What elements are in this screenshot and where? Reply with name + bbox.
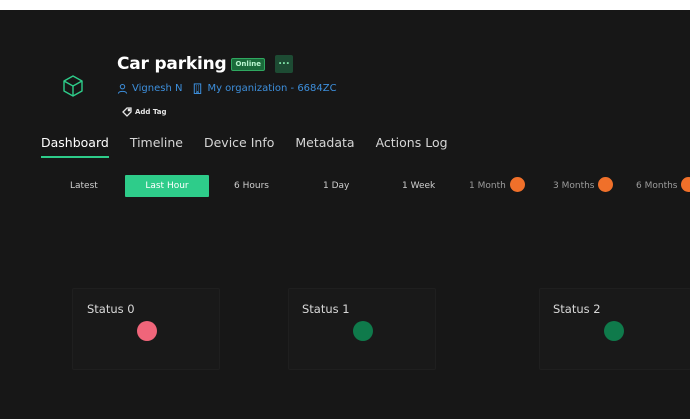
tab-dashboard[interactable]: Dashboard [41, 135, 109, 158]
status-indicator [353, 321, 373, 341]
range-3-months[interactable]: 3 Months [553, 175, 614, 197]
status-widget: Status 2 [539, 288, 690, 370]
add-tag-label: Add Tag [135, 108, 167, 116]
status-widget: Status 1 [288, 288, 436, 370]
range-1-month[interactable]: 1 Month [469, 175, 525, 197]
device-meta: Vignesh N My organization - 6684ZC [117, 83, 337, 94]
widget-title: Status 1 [302, 302, 350, 316]
range-latest[interactable]: Latest [70, 175, 98, 197]
tab-actions-log[interactable]: Actions Log [376, 135, 448, 158]
range-1-day[interactable]: 1 Day [323, 175, 349, 197]
user-icon [117, 83, 128, 94]
lock-icon [681, 177, 690, 192]
organization-name: My organization - 6684ZC [207, 83, 337, 94]
status-widget: Status 0 [72, 288, 220, 370]
widget-title: Status 0 [87, 302, 135, 316]
status-indicator [137, 321, 157, 341]
owner-name: Vignesh N [132, 83, 183, 94]
tab-timeline[interactable]: Timeline [130, 135, 183, 158]
widget-title: Status 2 [553, 302, 601, 316]
range-6-hours[interactable]: 6 Hours [234, 175, 269, 197]
lock-icon [598, 177, 614, 192]
add-tag-button[interactable]: Add Tag [122, 107, 166, 117]
more-options-button[interactable]: ... [274, 55, 293, 73]
range-1-week[interactable]: 1 Week [402, 175, 435, 197]
tab-device-info[interactable]: Device Info [204, 135, 274, 158]
cube-icon [63, 75, 83, 97]
lock-icon [509, 177, 525, 192]
range-last-hour[interactable]: Last Hour [125, 175, 209, 197]
owner-link[interactable]: Vignesh N [117, 83, 182, 94]
status-badge: Online [231, 57, 265, 71]
device-header: Car parking Online ... [117, 54, 293, 74]
tab-metadata[interactable]: Metadata [295, 135, 354, 158]
device-title: Car parking [117, 54, 227, 74]
organization-link[interactable]: My organization - 6684ZC [192, 83, 337, 94]
range-6-months[interactable]: 6 Months [636, 175, 690, 197]
dashboard-tabs: Dashboard Timeline Device Info Metadata … [41, 135, 469, 158]
tag-icon [122, 107, 132, 117]
status-indicator [604, 321, 624, 341]
device-dashboard: Car parking Online ... Vignesh N My orga… [0, 10, 690, 419]
time-range-selector: Latest Last Hour 6 Hours 1 Day 1 Week 1 … [0, 175, 690, 197]
building-icon [194, 83, 202, 94]
